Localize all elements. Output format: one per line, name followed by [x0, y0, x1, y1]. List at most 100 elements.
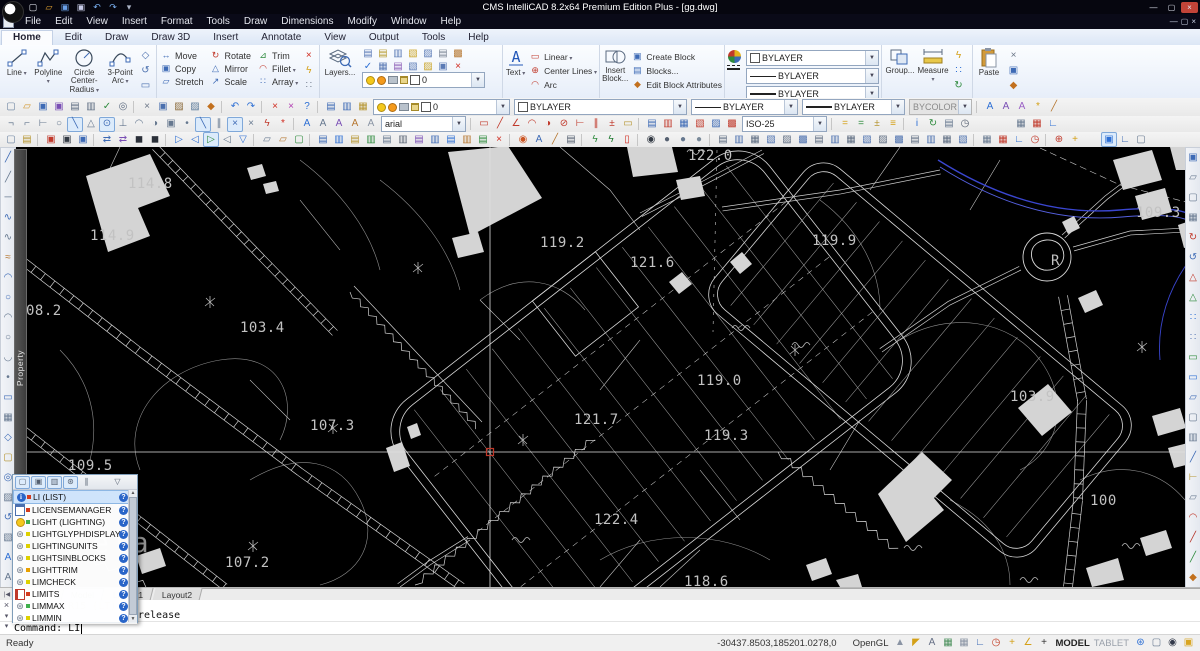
copy-tb-icon[interactable]: ▣	[155, 100, 171, 115]
dim-override-icon[interactable]: ▧	[692, 117, 708, 132]
ortho-status-icon[interactable]: ∟	[972, 636, 987, 650]
rotate-button[interactable]: ↻Rotate	[209, 49, 252, 62]
linetype-combo-arrow[interactable]: ▼	[784, 100, 797, 114]
fillet-icon[interactable]: ◠	[1185, 510, 1200, 525]
map-label-122_4[interactable]: 122.4	[594, 512, 639, 528]
sketch-pen-icon[interactable]: ╱	[547, 132, 563, 147]
match-props-icon[interactable]: ◆	[1185, 570, 1200, 585]
snap-clear-icon[interactable]: ×	[243, 117, 259, 132]
backward-icon[interactable]: ◁	[187, 132, 203, 147]
dim-baseline-icon[interactable]: ∥	[588, 117, 604, 132]
tab-view[interactable]: View	[313, 31, 357, 45]
command-scroll-down-icon[interactable]: ▾	[5, 622, 9, 630]
paste-block-icon[interactable]: ▢	[1185, 190, 1200, 205]
dim-linear-icon[interactable]: ▭	[476, 117, 492, 132]
dim-break-icon[interactable]: ▩	[724, 117, 740, 132]
dim-ordinate-icon[interactable]: ⊢	[572, 117, 588, 132]
tab-tools[interactable]: Tools	[411, 31, 456, 45]
select-box-icon[interactable]: ▣	[1101, 132, 1117, 147]
map-label-100[interactable]: 100	[1090, 493, 1117, 509]
break-icon[interactable]: ╱	[1185, 450, 1200, 465]
doc-note-icon[interactable]: ▤	[19, 132, 35, 147]
menu-window[interactable]: Window	[384, 16, 434, 27]
popup-item-lightglyphdisplay[interactable]: ⊛LIGHTGLYPHDISPLAY?	[13, 528, 137, 540]
layer-combo[interactable]: 0▼	[373, 99, 510, 115]
help-badge-icon[interactable]: ?	[119, 602, 128, 611]
dim-angular-icon[interactable]: ∠	[508, 117, 524, 132]
view-cube-11-icon[interactable]: ▨	[875, 132, 891, 147]
snap-center-icon[interactable]: ⊙	[99, 117, 115, 132]
menu-file[interactable]: File	[18, 16, 48, 27]
pen-icon[interactable]: ╱	[1046, 100, 1062, 115]
menu-help[interactable]: Help	[434, 16, 469, 27]
array-rect-icon[interactable]: ▦	[1185, 210, 1200, 225]
layer-explorer-icon[interactable]: ▤	[323, 100, 339, 115]
array-button[interactable]: ∷Array	[256, 75, 298, 88]
snap-cancel-icon[interactable]: *	[275, 117, 291, 132]
pedit-icon[interactable]: ╱	[1185, 530, 1200, 545]
mirror-icon[interactable]: △	[1185, 270, 1200, 285]
view-cube-8-icon[interactable]: ▥	[827, 132, 843, 147]
ribbon-color-combo-arrow[interactable]: ▼	[865, 51, 878, 65]
layer-match-icon[interactable]: ▥	[331, 132, 347, 147]
text-scale-icon[interactable]: A	[347, 117, 363, 132]
settings-icon[interactable]: ⊛	[63, 476, 78, 489]
explode-icon[interactable]: ∷	[300, 79, 317, 93]
snap-quadrant-icon[interactable]: ◑	[147, 117, 163, 132]
layer-unlock-icon[interactable]: ▥	[427, 132, 443, 147]
command-scroll-up-icon[interactable]: ▾	[5, 612, 9, 620]
qa-redo-icon[interactable]: ↷	[106, 1, 120, 14]
delete-icon[interactable]: ×	[267, 100, 283, 115]
forward-icon[interactable]: ▷	[171, 132, 187, 147]
popup-item-li[interactable]: iLI (LIST)?	[13, 490, 137, 504]
grid-display-icon[interactable]: ▦	[1013, 117, 1029, 132]
dim-leader-icon[interactable]: ▭	[620, 117, 636, 132]
esnap-marker-icon[interactable]: ◤	[908, 636, 923, 650]
blocks-grid-icon[interactable]: ∷	[950, 64, 967, 78]
grid-color-status-icon[interactable]: ▦	[940, 636, 955, 650]
map-label-119_9[interactable]: 119.9	[812, 233, 857, 249]
clip-cut-icon[interactable]: ▣	[43, 132, 59, 147]
qa-undo-icon[interactable]: ↶	[90, 1, 104, 14]
help-badge-icon[interactable]: ?	[119, 578, 128, 587]
send-back-icon[interactable]: ⇄	[115, 132, 131, 147]
linetype-icon[interactable]	[727, 65, 740, 66]
map-label-114_8[interactable]: 114.8	[128, 176, 173, 192]
mtext-icon[interactable]: A	[315, 117, 331, 132]
annotation-scale-icon[interactable]: ▲	[892, 636, 907, 650]
save-as-icon[interactable]: ▣	[51, 100, 67, 115]
tab-insert[interactable]: Insert	[202, 31, 249, 45]
map-label-119_3[interactable]: 119.3	[704, 428, 749, 444]
bring-front-icon[interactable]: ⇄	[99, 132, 115, 147]
snap-track-icon[interactable]: ¬	[3, 117, 19, 132]
help-icon[interactable]: ?	[299, 100, 315, 115]
save-icon[interactable]: ▣	[35, 100, 51, 115]
tab-draw-3d[interactable]: Draw 3D	[140, 31, 201, 45]
dim-diameter-icon[interactable]: ⊘	[556, 117, 572, 132]
stretch-button[interactable]: ▱Stretch	[159, 75, 204, 88]
menu-view[interactable]: View	[79, 16, 115, 27]
stretch-icon[interactable]: ▱	[1185, 390, 1200, 405]
blocks--button[interactable]: ▤Blocks...	[630, 64, 722, 77]
grid-red-icon[interactable]: ▦	[995, 132, 1011, 147]
help-badge-icon[interactable]: ?	[119, 506, 128, 515]
ribbon-color-combo[interactable]: BYLAYER▼	[746, 50, 879, 66]
lineweight-icon[interactable]	[727, 68, 740, 70]
info-icon[interactable]: i	[909, 117, 925, 132]
ribbon-linetype-combo[interactable]: BYLAYER▼	[746, 68, 879, 84]
pedit-2-icon[interactable]: ╱	[1185, 550, 1200, 565]
model-space-toggle[interactable]: MODEL	[1055, 638, 1089, 649]
dim-text-edit-icon[interactable]: ▥	[660, 117, 676, 132]
text-style-2-icon[interactable]: A	[998, 100, 1014, 115]
color-wheel-icon[interactable]	[728, 50, 741, 63]
paste-special-icon[interactable]: ▨	[187, 100, 203, 115]
view-cube-6-icon[interactable]: ▩	[795, 132, 811, 147]
mirror-3d-icon[interactable]: △	[1185, 290, 1200, 305]
scale-icon[interactable]: ▭	[1185, 350, 1200, 365]
map-label-08_2[interactable]: 08.2	[26, 303, 62, 319]
delete-entity-icon[interactable]: ×	[300, 49, 317, 63]
text-style-icon[interactable]: A	[982, 100, 998, 115]
view-cube-14-icon[interactable]: ▥	[923, 132, 939, 147]
popup-item-limcheck[interactable]: ⊛LIMCHECK?	[13, 576, 137, 588]
rotate-icon[interactable]: ↻	[1185, 230, 1200, 245]
